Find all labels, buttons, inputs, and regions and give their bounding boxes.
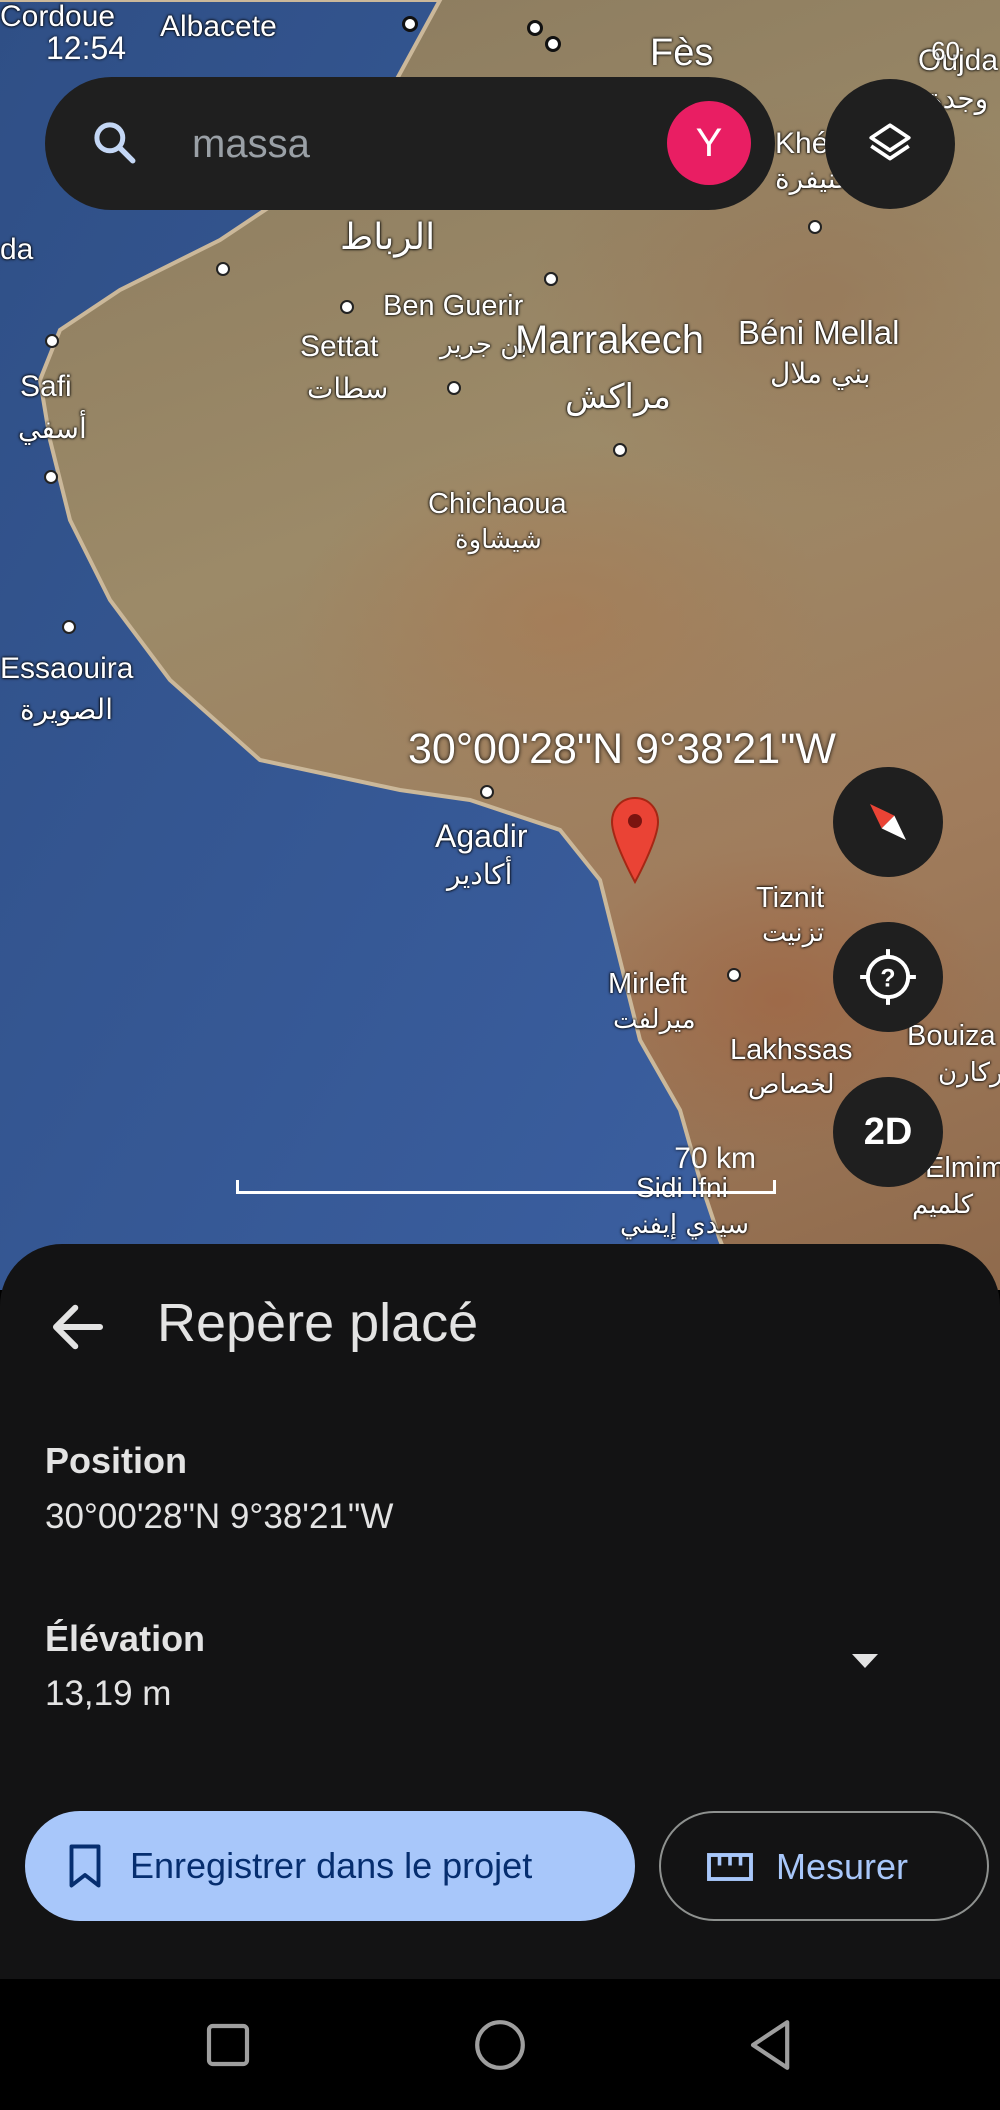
sheet-title: Repère placé	[157, 1293, 479, 1353]
bookmark-icon	[69, 1844, 101, 1888]
place-tiznit: Tiznit	[756, 882, 825, 914]
position-label: Position	[45, 1440, 187, 1481]
placed-marker-sheet: Repère placé Position 30°00'28"N 9°38'21…	[0, 1244, 1000, 1979]
place-settat: Settat	[300, 330, 379, 363]
place-safi-ar: أسفي	[18, 412, 87, 445]
back-nav-icon[interactable]	[734, 2007, 810, 2083]
place-bouizakarne-ar: ركارن	[938, 1058, 1000, 1088]
place-cordoue: Cordoue	[0, 0, 116, 33]
place-marrakech: Marrakech	[515, 318, 704, 362]
place-chichaoua: Chichaoua	[428, 488, 567, 520]
place-ben-guerir: Ben Guerir	[383, 290, 524, 322]
ruler-icon	[707, 1853, 753, 1881]
place-sidi-ifni-ar: سيدي إيفني	[620, 1210, 750, 1240]
elevation-value: 13,19 m	[45, 1674, 172, 1713]
account-avatar[interactable]: Y	[667, 101, 751, 185]
place-albacete: Albacete	[160, 10, 277, 43]
2d-toggle-button[interactable]: 2D	[833, 1077, 943, 1187]
place-chichaoua-ar: شيشاوة	[455, 525, 542, 555]
place-settat-ar: سطات	[307, 372, 389, 405]
pin-coordinates-label: 30°00'28"N 9°38'21"W	[408, 725, 836, 773]
place-marker	[727, 968, 741, 982]
place-guelmim-ar: كلميم	[912, 1190, 974, 1220]
layers-button[interactable]	[825, 79, 955, 209]
back-arrow-icon[interactable]	[45, 1294, 111, 1360]
system-navigation-bar	[0, 1979, 1000, 2110]
map-scale: 70 km	[236, 1142, 776, 1198]
place-fes: Fès	[650, 32, 714, 74]
recents-icon[interactable]	[190, 2007, 266, 2083]
compass-icon	[869, 803, 907, 841]
search-icon[interactable]	[89, 117, 139, 167]
search-input[interactable]	[190, 113, 674, 175]
place-essaouira: Essaouira	[0, 652, 134, 685]
place-marker	[545, 36, 561, 52]
home-icon[interactable]	[462, 2007, 538, 2083]
place-agadir-ar: أكادير	[447, 858, 513, 891]
place-da: da	[0, 233, 34, 266]
place-essaouira-ar: الصويرة	[20, 693, 113, 726]
status-time: 12:54	[46, 30, 127, 66]
measure-label: Mesurer	[776, 1846, 909, 1887]
place-marker	[45, 334, 59, 348]
layers-icon	[869, 123, 911, 161]
place-marker	[44, 470, 58, 484]
elevation-label: Élévation	[45, 1618, 206, 1659]
place-marker	[402, 16, 418, 32]
measure-button[interactable]: Mesurer	[659, 1811, 989, 1921]
scale-bar	[236, 1180, 776, 1194]
save-to-project-label: Enregistrer dans le projet	[130, 1845, 533, 1886]
place-marker	[480, 785, 494, 799]
place-lakhssas-ar: لخصاص	[748, 1070, 835, 1100]
place-marker	[216, 262, 230, 276]
place-marker	[340, 300, 354, 314]
help-icon: ?	[860, 949, 916, 1005]
place-bouizakarne: Bouiza	[907, 1020, 996, 1052]
place-lakhssas: Lakhssas	[730, 1034, 853, 1066]
place-marker	[544, 272, 558, 286]
place-mirleft: Mirleft	[608, 968, 687, 1000]
place-marker	[62, 620, 76, 634]
status-battery: 60	[931, 36, 960, 67]
place-marker	[527, 20, 543, 36]
place-beni-mellal: Béni Mellal	[738, 314, 900, 351]
compass-button[interactable]	[833, 767, 943, 877]
scale-label: 70 km	[674, 1142, 756, 1175]
help-button[interactable]: ?	[833, 922, 943, 1032]
place-tiznit-ar: تزنيت	[762, 918, 825, 948]
position-value: 30°00'28"N 9°38'21"W	[45, 1497, 394, 1536]
search-bar[interactable]: Y	[45, 77, 775, 210]
place-mirleft-ar: ميرلفت	[613, 1005, 696, 1035]
place-marrakech-ar: مراكش	[565, 377, 671, 417]
place-beni-mellal-ar: بني ملال	[770, 357, 871, 390]
save-to-project-button[interactable]: Enregistrer dans le projet	[25, 1811, 635, 1921]
place-marker	[613, 443, 627, 457]
place-agadir: Agadir	[435, 818, 528, 854]
dropdown-icon[interactable]	[852, 1654, 878, 1668]
place-marker	[447, 381, 461, 395]
place-marker	[808, 220, 822, 234]
place-rabat-ar: الرباط	[340, 217, 436, 258]
location-pin-icon[interactable]	[610, 796, 660, 884]
battery-level: 60	[931, 36, 960, 66]
place-safi: Safi	[20, 370, 72, 403]
svg-text:?: ?	[880, 965, 895, 992]
